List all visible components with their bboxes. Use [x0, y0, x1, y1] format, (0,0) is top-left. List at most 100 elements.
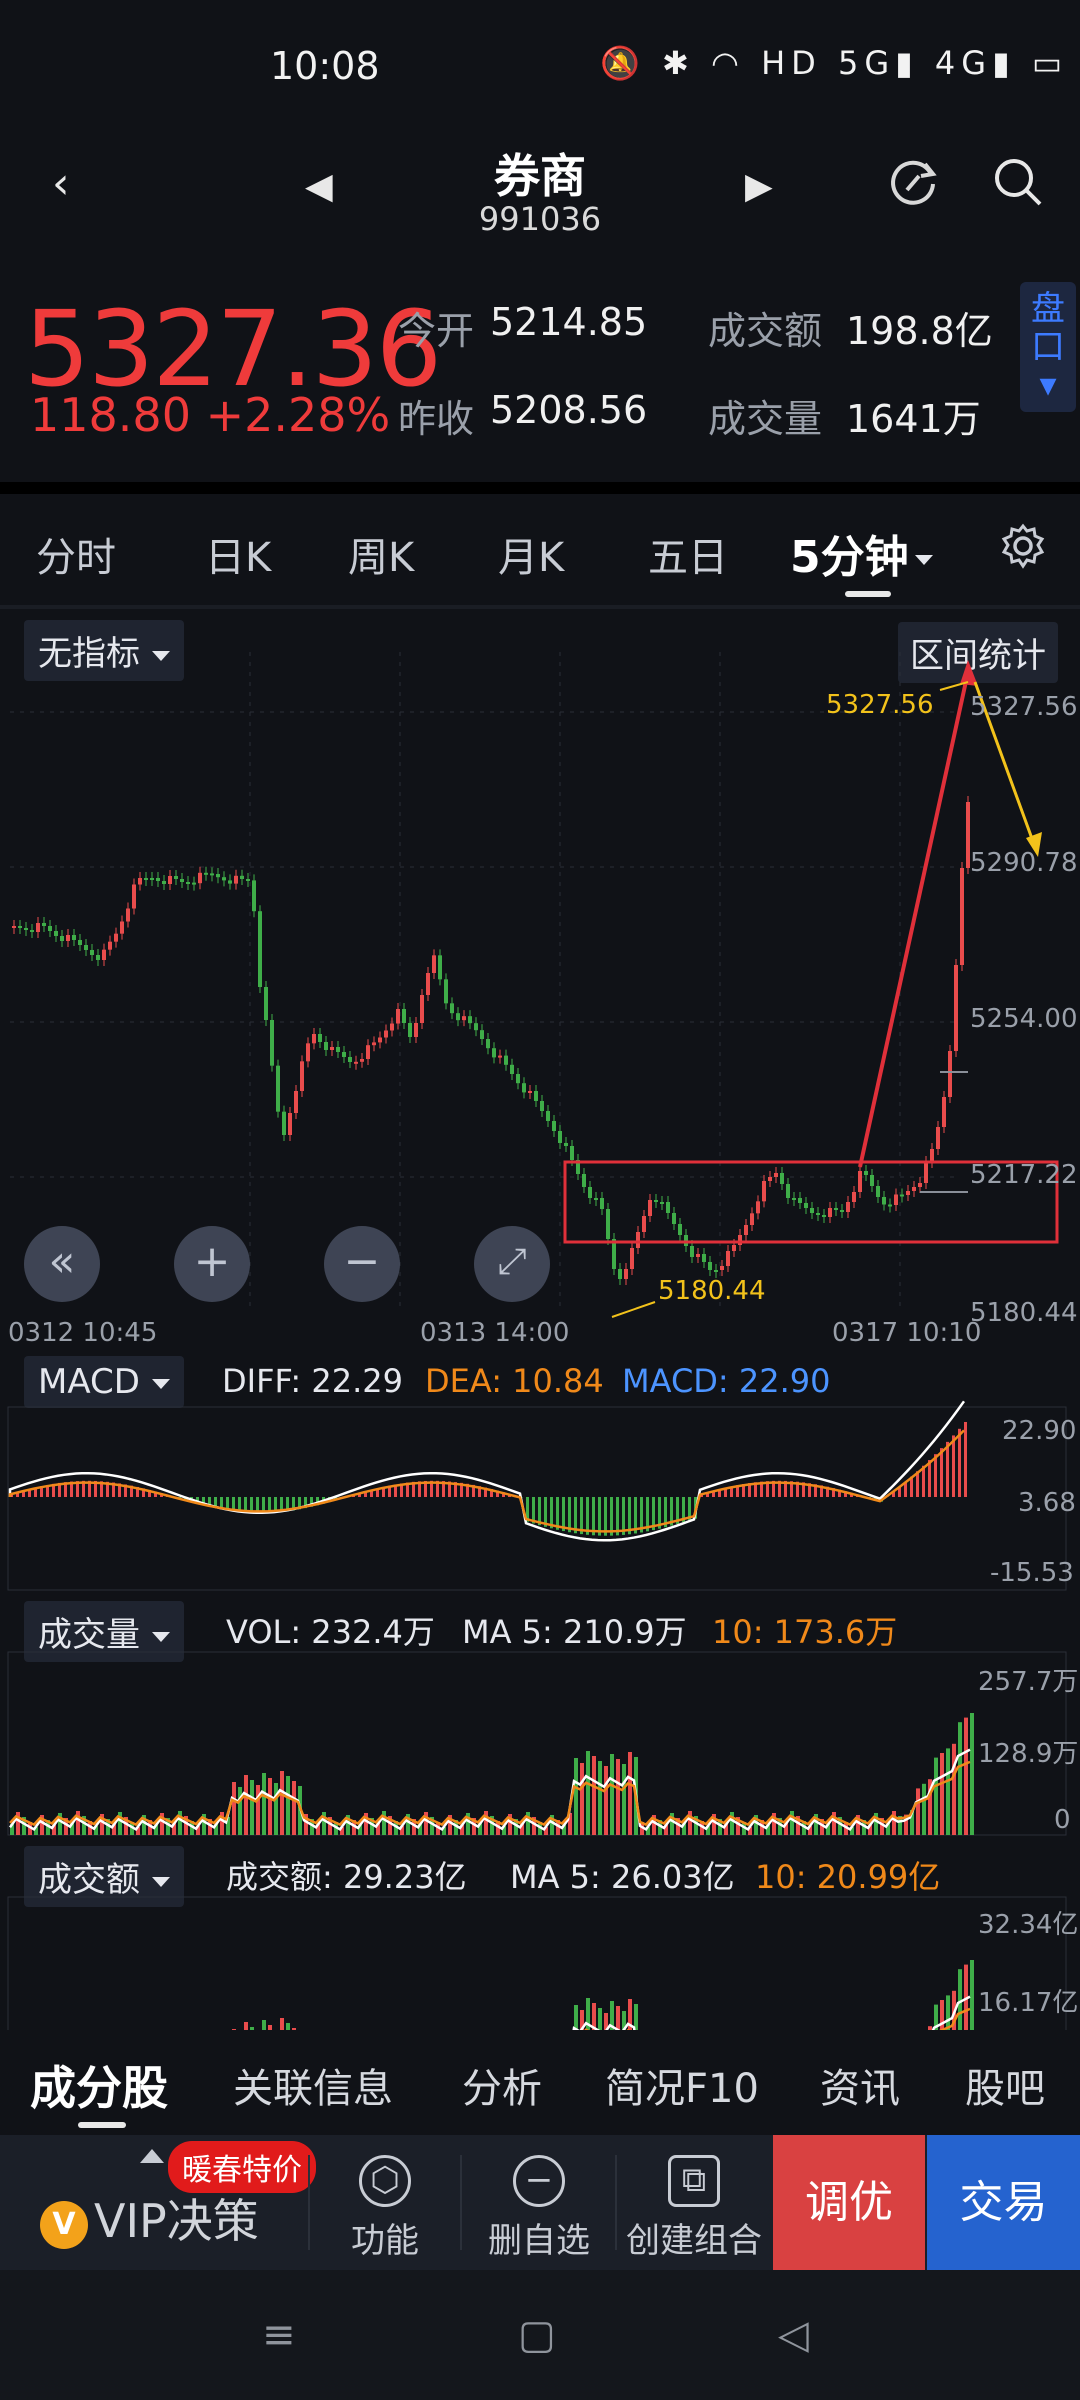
candle [144, 878, 148, 880]
candle [168, 876, 172, 884]
candle [750, 1213, 754, 1225]
search-icon[interactable] [990, 154, 1046, 221]
volume-bar [292, 1781, 296, 1835]
macd-bar [580, 1497, 583, 1535]
candle [540, 1101, 544, 1111]
candle [108, 941, 112, 950]
candle [498, 1055, 502, 1058]
zoom-out-button[interactable]: − [324, 1226, 400, 1302]
candle [264, 987, 268, 1020]
volume-bar [274, 1783, 278, 1835]
ma5-line [572, 1995, 971, 2030]
candle [492, 1048, 496, 1058]
tab-weekly-k[interactable]: 周K [348, 525, 414, 583]
diff-line [8, 1400, 966, 1542]
candle [156, 878, 160, 881]
macd-bar [616, 1497, 619, 1536]
candle [774, 1173, 778, 1177]
status-time: 10:08 [270, 44, 380, 88]
y-tick: 0 [1054, 1805, 1071, 1835]
candle [876, 1186, 880, 1197]
candle [162, 881, 166, 884]
create-combo-button[interactable]: ⧉ 创建组合 [620, 2155, 768, 2262]
candle [822, 1215, 826, 1217]
candle [942, 1097, 946, 1127]
tab-analysis[interactable]: 分析 [462, 2056, 542, 2114]
remove-watchlist-button[interactable]: − 删自选 [483, 2155, 595, 2262]
candle [114, 933, 118, 942]
y-tick: 16.17亿 [978, 1988, 1079, 2018]
candle [642, 1216, 646, 1232]
tab-f10[interactable]: 简况F10 [605, 2056, 759, 2114]
tab-forum[interactable]: 股吧 [965, 2056, 1045, 2114]
y-tick: 5254.00 [970, 1004, 1078, 1034]
home-icon[interactable]: ▢ [518, 2312, 556, 2358]
candle [618, 1269, 622, 1279]
macd-bar [958, 1428, 961, 1497]
candle [450, 1003, 454, 1014]
combo-icon: ⧉ [668, 2155, 720, 2207]
volume-bar [964, 1717, 968, 1835]
candle [816, 1213, 820, 1215]
candle [324, 1042, 328, 1050]
candle [294, 1091, 298, 1113]
candle [714, 1270, 718, 1272]
scroll-left-button[interactable]: « [24, 1226, 100, 1302]
refresh-icon[interactable] [885, 154, 941, 221]
candle [408, 1023, 412, 1037]
candle [198, 872, 202, 884]
tune-button[interactable]: 调优 [773, 2135, 925, 2270]
macd-bar [940, 1448, 943, 1497]
tab-related[interactable]: 关联信息 [233, 2056, 393, 2114]
trade-button[interactable]: 交易 [927, 2135, 1080, 2270]
panel-frame [7, 1406, 1067, 1591]
pankou-button[interactable]: 盘口 ▾ [1020, 282, 1076, 412]
candle [96, 955, 100, 960]
expand-up-icon[interactable] [140, 2149, 164, 2163]
tab-news[interactable]: 资讯 [820, 2056, 900, 2114]
fullscreen-button[interactable]: ⤢ [474, 1226, 550, 1302]
candle [432, 955, 436, 973]
back-nav-icon[interactable]: ◁ [778, 2312, 809, 2358]
tab-fenshi[interactable]: 分时 [36, 525, 116, 583]
vip-button[interactable]: V VIP决策 [40, 2185, 259, 2251]
candle [672, 1213, 676, 1224]
candle [54, 931, 58, 936]
candle [948, 1051, 952, 1097]
x-tick: 0317 10:10 [832, 1318, 982, 1348]
candle [606, 1209, 610, 1239]
candle [870, 1175, 874, 1186]
volume-bar [574, 2005, 578, 2030]
volume-bar [598, 1761, 602, 1835]
bottom-toolbar: 暖春特价 V VIP决策 ⬡ 功能 − 删自选 ⧉ 创建组合 调优 交易 [0, 2135, 1080, 2270]
y-tick: 5180.44 [970, 1298, 1078, 1328]
volume-bar [574, 1758, 578, 1835]
kline-chart[interactable]: 无指标 区间统计 5327.56 5290.78 5254.00 5217.22… [0, 612, 1080, 1352]
bottom-tabs: 成分股 关联信息 分析 简况F10 资讯 股吧 [0, 2030, 1080, 2135]
volume-bar [232, 1782, 236, 1835]
zoom-in-button[interactable]: + [174, 1226, 250, 1302]
tab-constituents[interactable]: 成分股 [30, 2052, 168, 2118]
volume-label: 成交量 [708, 397, 823, 441]
period-tabs: 分时 日K 周K 月K 五日 5分钟 [0, 495, 1080, 605]
macd-bar [610, 1497, 613, 1536]
candle [216, 874, 220, 878]
tab-monthly-k[interactable]: 月K [498, 525, 564, 583]
candle [222, 877, 226, 881]
tab-five-day[interactable]: 五日 [648, 525, 728, 583]
x-tick: 0313 14:00 [420, 1318, 570, 1348]
menu-icon[interactable]: ≡ [262, 2312, 296, 2358]
settings-icon[interactable] [1000, 523, 1046, 579]
volume-bar [586, 1751, 590, 1835]
next-stock-icon[interactable]: ▶ [745, 166, 773, 207]
macd-plot [7, 1400, 1067, 1591]
volume-bar [934, 1757, 938, 1835]
candle [546, 1111, 550, 1121]
candle [60, 936, 64, 941]
tab-daily-k[interactable]: 日K [205, 525, 271, 583]
candle [414, 1023, 418, 1037]
func-button[interactable]: ⬡ 功能 [345, 2155, 425, 2262]
candle [90, 950, 94, 955]
quote-panel: 5327.36 118.80 +2.28% 今开 5214.85 昨收 5208… [0, 270, 1080, 480]
tab-5min[interactable]: 5分钟 [790, 521, 933, 585]
